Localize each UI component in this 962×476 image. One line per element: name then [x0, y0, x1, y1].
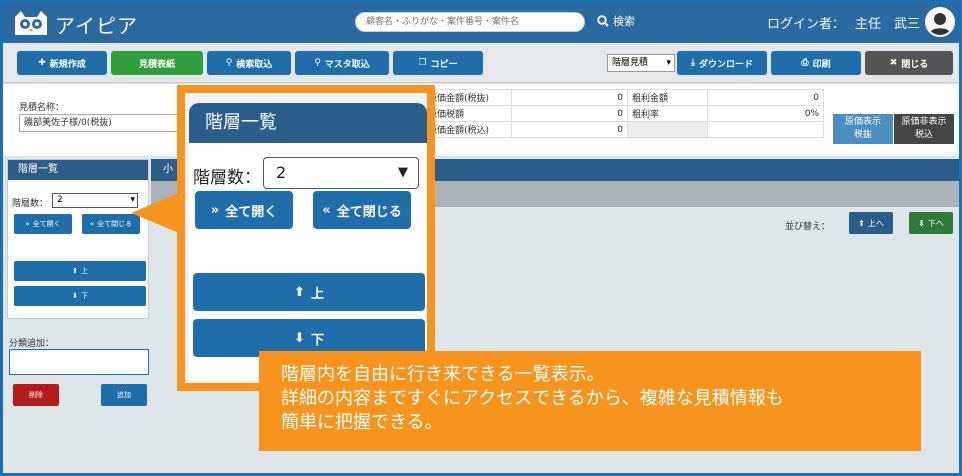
quote-name-label: 見積名称：: [19, 103, 65, 113]
app-name: アイピア: [55, 14, 138, 38]
close-icon: ✖: [889, 58, 898, 68]
arrow-down-circle-icon: ⬇: [918, 218, 925, 228]
arrow-down-circle-icon: ⬇: [294, 330, 305, 346]
cost-hide-button[interactable]: 原価非表示 税込: [894, 114, 954, 144]
master-import-button[interactable]: ⚲ マスタ取込: [295, 51, 389, 75]
print-icon: ⎙: [801, 58, 809, 68]
copy-button[interactable]: ❐ コピー: [393, 51, 483, 75]
estimate-info: 見積名称： 磯部美佐子様/0(税抜) 原価金額(税抜) 0 粗利金額 0 原価税…: [3, 84, 959, 156]
arrow-up-circle-icon: ⬆: [858, 218, 865, 228]
new-button[interactable]: ✚ 新規作成: [17, 51, 107, 75]
category-input[interactable]: [9, 349, 149, 375]
search-input[interactable]: [355, 12, 585, 32]
level-list-panel: 階層一覧 階層数： 2 ▾ » 全て開く « 全て閉じる ⬆ 上 ⬇ 下: [7, 159, 149, 319]
zoom-level-label: 階層数：: [193, 168, 261, 188]
search-button-label: 検索: [613, 15, 635, 28]
close-button[interactable]: ✖ 閉じる: [865, 51, 953, 75]
sort-down-button[interactable]: ⬇ 下へ: [909, 212, 953, 234]
arrow-down-circle-icon: ⬇: [72, 292, 78, 300]
caption-line: 階層内を自由に行き来できる一覧表示。: [281, 364, 605, 385]
arrow-up-circle-icon: ⬆: [294, 284, 305, 300]
quote-name-field[interactable]: 磯部美佐子様/0(税抜): [19, 114, 179, 132]
plus-icon: ✚: [38, 58, 46, 68]
zoom-level-select[interactable]: 2 ▼: [263, 157, 419, 189]
user-icon: [929, 13, 951, 35]
caret-down-icon: ▼: [398, 165, 408, 180]
sort-label: 並び替え：: [785, 222, 831, 232]
estimate-sheet-button[interactable]: 見積表紙: [111, 51, 203, 75]
download-button[interactable]: ⤓ ダウンロード: [677, 51, 767, 75]
search-import-button[interactable]: ⚲ 検索取込: [207, 51, 291, 75]
move-up-button[interactable]: ⬆ 上: [14, 261, 146, 281]
chevrons-down-icon: »: [210, 202, 220, 218]
header-bar: アイピア 検索 ログイン者： 主任 武三: [3, 3, 959, 43]
arrow-up-circle-icon: ⬆: [72, 267, 78, 275]
zoom-collapse-all-button[interactable]: « 全て閉じる: [313, 191, 411, 229]
expand-all-button[interactable]: » 全て開く: [14, 214, 72, 234]
table-row: 原価税額 0 粗利率 0%: [423, 105, 824, 122]
chevrons-down-icon: »: [25, 220, 30, 228]
search-button[interactable]: 検索: [597, 13, 635, 29]
level-count-label: 階層数：: [12, 199, 49, 209]
owl-logo-icon: [11, 9, 51, 37]
avatar[interactable]: [925, 7, 955, 37]
zoom-expand-all-button[interactable]: » 全て開く: [195, 191, 293, 229]
copy-icon: ❐: [418, 58, 427, 68]
move-down-button[interactable]: ⬇ 下: [14, 286, 146, 306]
table-row: 原価金額(税抜) 0 粗利金額 0: [423, 89, 824, 106]
delete-button[interactable]: 削除: [13, 384, 59, 406]
print-button[interactable]: ⎙ 印刷: [771, 51, 861, 75]
cost-show-button[interactable]: 原価表示 税抜: [833, 114, 893, 144]
feature-caption: 階層内を自由に行き来できる一覧表示。 詳細の内容まですぐにアクセスできるから、複…: [259, 351, 921, 451]
login-user-name: 主任 武三: [855, 17, 921, 32]
caption-line: 詳細の内容まですぐにアクセスできるから、複雑な見積情報も: [281, 388, 784, 409]
add-button[interactable]: 追加: [101, 384, 147, 406]
login-label: ログイン者：: [767, 17, 846, 32]
level-count-select[interactable]: 2 ▾: [52, 193, 138, 208]
chevrons-up-icon: «: [89, 220, 95, 228]
app-frame: アイピア 検索 ログイン者： 主任 武三 ✚ 新規作成 見積表紙 ⚲: [0, 0, 962, 476]
zoom-move-up-button[interactable]: ⬆ 上: [193, 273, 425, 311]
download-icon: ⤓: [691, 58, 695, 68]
table-row: 原価金額(税込) 0: [423, 121, 824, 138]
caption-line: 簡単に把握できる。: [281, 412, 443, 433]
cost-summary-table: 原価金額(税抜) 0 粗利金額 0 原価税額 0 粗利率 0% 原価金額(税込)…: [423, 89, 824, 138]
search-icon: ⚲: [225, 58, 233, 68]
chevrons-up-icon: «: [322, 202, 331, 218]
category-add-label: 分類追加：: [9, 339, 55, 349]
sort-up-button[interactable]: ⬆ 上へ: [849, 212, 893, 234]
search-icon: [597, 15, 609, 27]
callout-connector: [131, 193, 179, 233]
level-estimate-select[interactable]: 階層見積 ▾: [607, 54, 675, 72]
zoom-panel-title: 階層一覧: [189, 103, 427, 143]
level-list-title: 階層一覧: [8, 160, 148, 180]
search-icon: ⚲: [314, 58, 321, 68]
toolbar: ✚ 新規作成 見積表紙 ⚲ 検索取込 ⚲ マスタ取込 ❐ コピー 階層見積 ▾ …: [3, 43, 959, 83]
caret-down-icon: ▾: [666, 58, 671, 68]
zoom-callout: 階層一覧 階層数： 2 ▼ » 全て開く « 全て閉じる ⬆ 上 ⬇ 下: [177, 85, 435, 391]
